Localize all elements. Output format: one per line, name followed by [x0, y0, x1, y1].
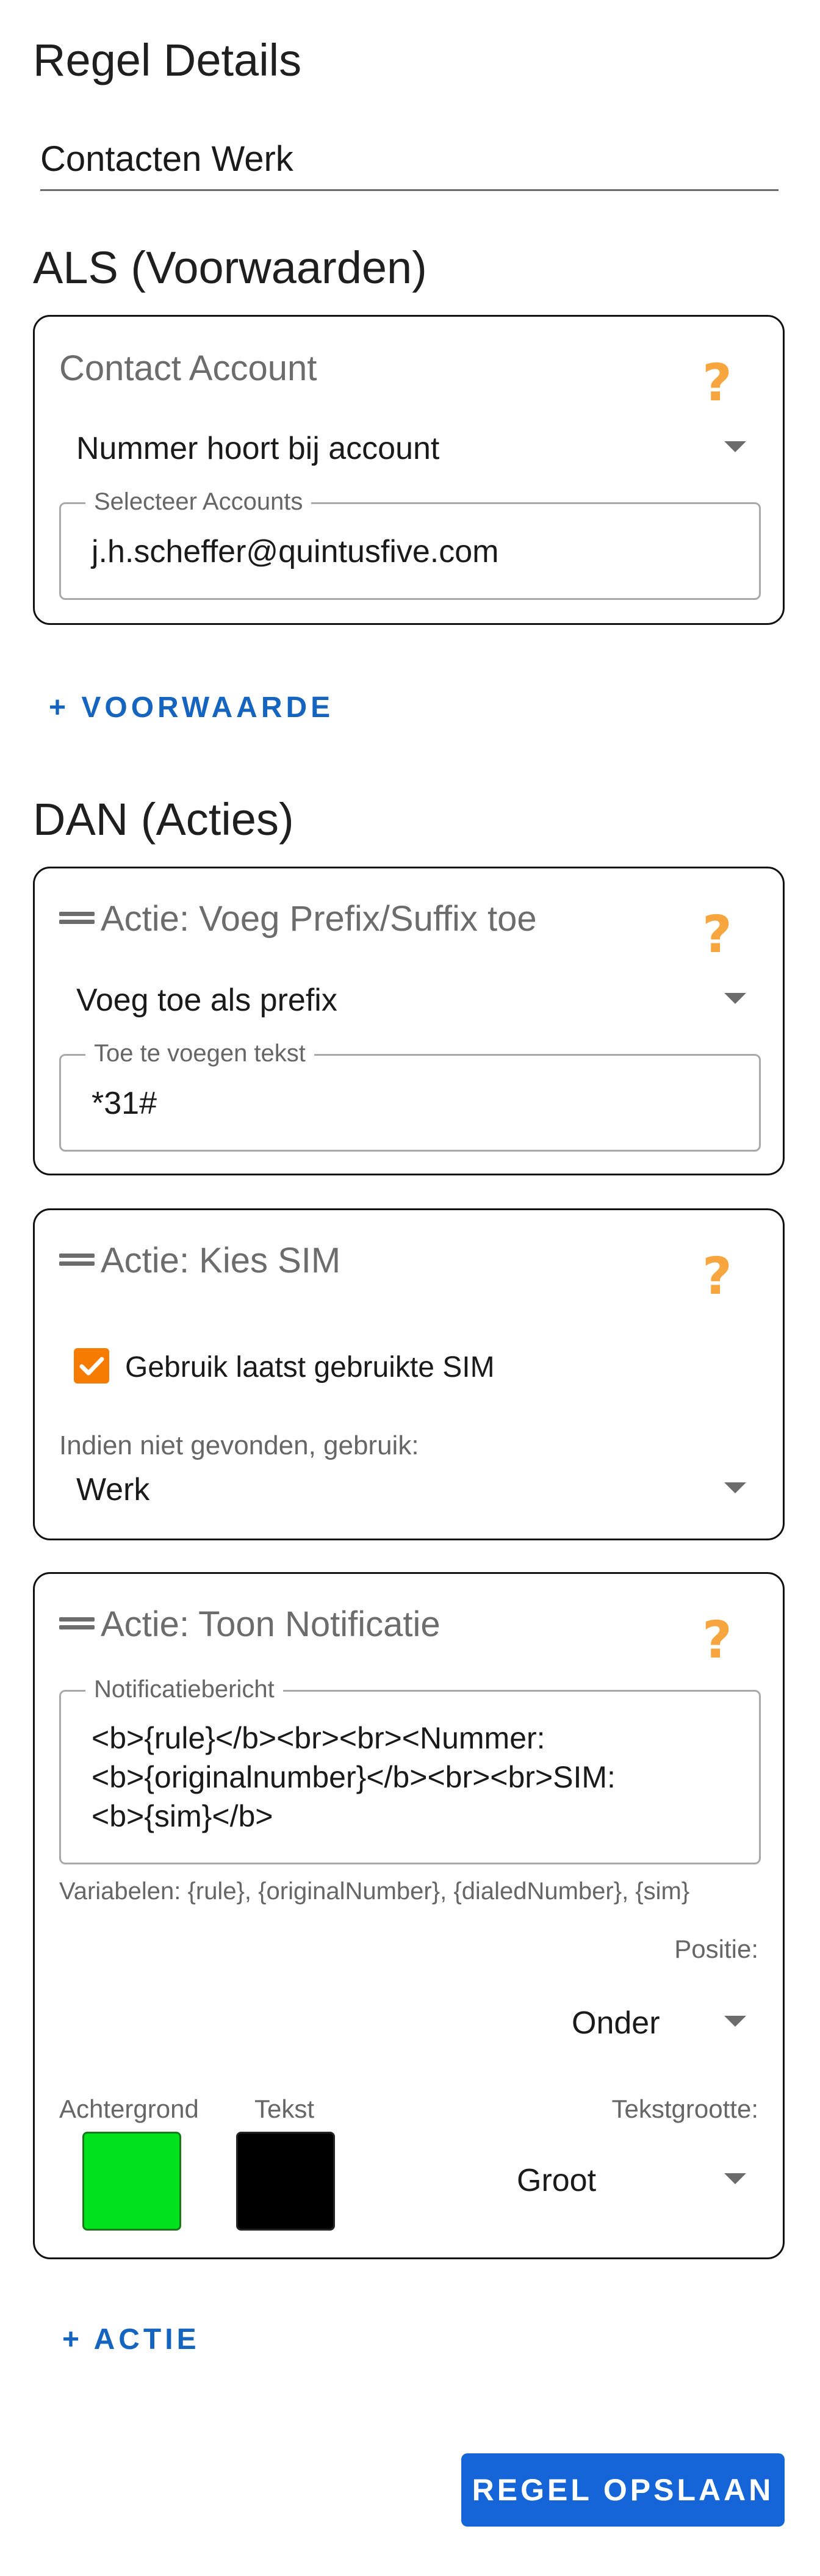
- question-mark-icon[interactable]: ?: [702, 909, 732, 960]
- action-sim-title-row: Actie: Kies SIM: [59, 1243, 340, 1279]
- page-title: Regel Details: [33, 35, 302, 85]
- checkmark-icon: [79, 1357, 104, 1376]
- last-sim-checkbox[interactable]: [74, 1348, 109, 1384]
- text-size-label: Tekstgrootte:: [611, 2094, 758, 2123]
- drag-handle-icon[interactable]: [59, 1616, 95, 1631]
- chevron-down-icon: [724, 1482, 746, 1493]
- save-rule-button[interactable]: REGEL OPSLAAN: [461, 2453, 785, 2527]
- action-card-sim: Actie: Kies SIM ? Gebruik laatst gebruik…: [33, 1208, 785, 1540]
- drag-handle-icon[interactable]: [59, 1252, 95, 1267]
- select-accounts-label: Selecteer Accounts: [85, 489, 312, 514]
- actions-section-title: DAN (Acties): [33, 794, 294, 845]
- notification-message-line-1: <b>{rule}</b><br><br><Nummer:: [92, 1721, 545, 1755]
- action-notification-title: Actie: Toon Notificatie: [101, 1604, 441, 1644]
- add-action-button[interactable]: + ACTIE: [62, 2325, 200, 2354]
- variables-hint: Variabelen: {rule}, {originalNumber}, {d…: [59, 1878, 690, 1905]
- condition-type-value: Nummer hoort bij account: [76, 431, 440, 466]
- position-label: Positie:: [674, 1935, 758, 1963]
- fallback-sim-label: Indien niet gevonden, gebruik:: [59, 1431, 419, 1460]
- action-notification-title-row: Actie: Toon Notificatie: [59, 1607, 441, 1642]
- condition-type-select[interactable]: Nummer hoort bij account: [59, 420, 755, 475]
- chevron-down-icon: [724, 2016, 746, 2027]
- notification-message-line-3: <b>{sim}</b>: [92, 1799, 273, 1833]
- question-mark-icon[interactable]: ?: [702, 357, 732, 408]
- question-mark-icon[interactable]: ?: [702, 1250, 732, 1302]
- background-color-label: Achtergrond: [59, 2094, 199, 2123]
- text-color-swatch[interactable]: [236, 2132, 335, 2231]
- condition-card-title: Contact Account: [59, 348, 317, 388]
- add-condition-button[interactable]: + VOORWAARDE: [49, 693, 334, 723]
- last-sim-label: Gebruik laatst gebruikte SIM: [125, 1351, 495, 1384]
- fallback-sim-select[interactable]: Werk: [59, 1465, 755, 1514]
- question-mark-icon[interactable]: ?: [702, 1614, 732, 1665]
- drag-handle-icon[interactable]: [59, 911, 95, 925]
- action-card-prefix: Actie: Voeg Prefix/Suffix toe ? Voeg toe…: [33, 867, 785, 1175]
- prefix-mode-select[interactable]: Voeg toe als prefix: [59, 972, 755, 1027]
- position-value: Onder: [572, 2005, 660, 2041]
- background-color-swatch[interactable]: [82, 2132, 181, 2231]
- notification-message-label: Notificatiebericht: [85, 1677, 283, 1701]
- rule-name-field[interactable]: [40, 134, 779, 191]
- prefix-text-label: Toe te voegen tekst: [85, 1041, 314, 1066]
- action-prefix-title: Actie: Voeg Prefix/Suffix toe: [101, 899, 537, 939]
- text-color-label: Tekst: [254, 2094, 315, 2123]
- conditions-section-title: ALS (Voorwaarden): [33, 242, 427, 293]
- select-accounts-value: j.h.scheffer@quintusfive.com: [92, 534, 499, 569]
- position-select[interactable]: Onder: [523, 1995, 761, 2050]
- chevron-down-icon: [724, 441, 746, 452]
- chevron-down-icon: [724, 993, 746, 1004]
- action-sim-title: Actie: Kies SIM: [101, 1241, 341, 1280]
- text-size-value: Groot: [517, 2163, 597, 2198]
- condition-card-contact-account: Contact Account ? Nummer hoort bij accou…: [33, 315, 785, 625]
- text-size-select[interactable]: Groot: [462, 2152, 761, 2207]
- select-accounts-field[interactable]: Selecteer Accounts j.h.scheffer@quintusf…: [59, 489, 761, 600]
- prefix-text-value: *31#: [92, 1086, 157, 1121]
- chevron-down-icon: [724, 2173, 746, 2184]
- notification-message-field[interactable]: Notificatiebericht <b>{rule}</b><br><br>…: [59, 1677, 761, 1864]
- notification-message-line-2: <b>{originalnumber}</b><br><br>SIM:: [92, 1760, 616, 1794]
- action-card-notification: Actie: Toon Notificatie ? Notificatieber…: [33, 1572, 785, 2259]
- prefix-mode-value: Voeg toe als prefix: [76, 983, 337, 1018]
- rule-name-input[interactable]: [40, 134, 779, 183]
- fallback-sim-value: Werk: [76, 1472, 150, 1507]
- prefix-text-field[interactable]: Toe te voegen tekst *31#: [59, 1041, 761, 1152]
- action-prefix-title-row: Actie: Voeg Prefix/Suffix toe: [59, 901, 537, 937]
